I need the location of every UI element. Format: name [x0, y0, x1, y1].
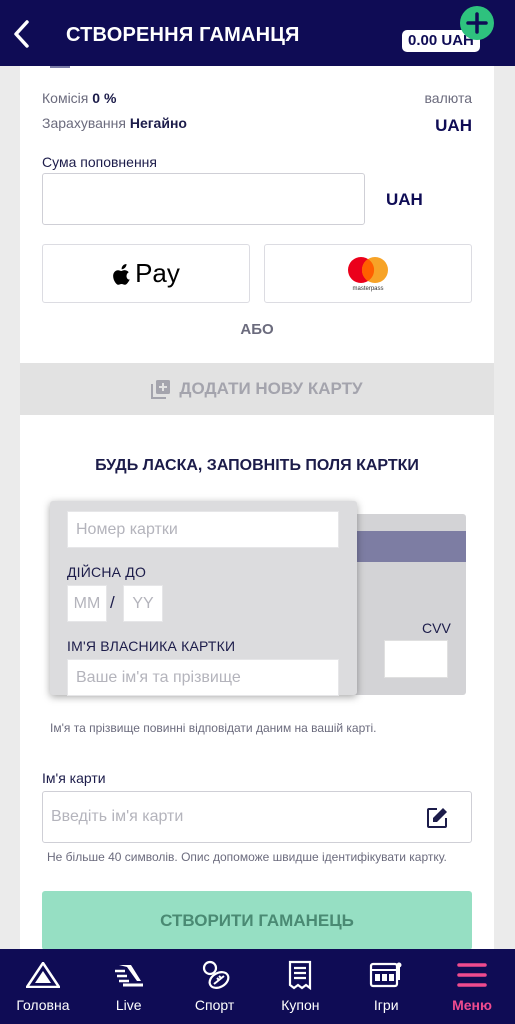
add-new-card-label: ДОДАТИ НОВУ КАРТУ — [179, 379, 363, 398]
apple-icon — [113, 263, 130, 285]
crediting-label: Зарахування — [42, 115, 126, 131]
apple-pay-button[interactable]: Pay — [42, 244, 250, 303]
app-header: СТВОРЕННЯ ГАМАНЦЯ 0.00 UAH — [0, 0, 515, 66]
currency-label: валюта — [424, 90, 472, 106]
commission-row: Комісія 0 % — [42, 90, 116, 106]
card-name-placeholder: Введіть ім'я карти — [51, 808, 184, 825]
nav-item-live[interactable]: Live — [86, 949, 172, 1024]
nav-label-coupon: Купон — [281, 997, 320, 1013]
expiry-label: ДІЙСНА ДО — [67, 564, 147, 580]
or-separator: АБО — [240, 321, 274, 338]
card-form-panel: БУДЬ ЛАСКА, ЗАПОВНІТЬ ПОЛЯ КАРТКИ CVV Но… — [20, 415, 494, 950]
nav-item-coupon[interactable]: Купон — [257, 949, 343, 1024]
nav-label-menu: Меню — [452, 997, 492, 1013]
plus-icon — [466, 12, 488, 34]
nav-label-home: Головна — [16, 997, 70, 1013]
expiry-month-input[interactable]: MM — [67, 585, 107, 622]
crediting-row: Зарахування Негайно — [42, 115, 187, 131]
nav-label-sport: Спорт — [194, 997, 235, 1013]
menu-icon — [455, 959, 489, 991]
nav-item-home[interactable]: Головна — [0, 949, 86, 1024]
add-card-icon — [151, 380, 171, 399]
deposit-panel: Комісія 0 % Зарахування Негайно валюта U… — [20, 66, 494, 363]
cardholder-label: ІМ'Я ВЛАСНИКА КАРТКИ — [67, 638, 236, 654]
card-number-input[interactable]: Номер картки — [67, 511, 339, 548]
apple-pay-label: Pay — [135, 258, 180, 288]
cardholder-input[interactable]: Ваше ім'я та прізвище — [67, 659, 339, 696]
masterpass-button[interactable]: masterpass — [264, 244, 472, 303]
bottom-nav: Головна Live Спорт Купон Ігри Меню — [0, 949, 515, 1024]
card-name-input[interactable]: Введіть ім'я карти — [42, 791, 472, 843]
cvv-input[interactable] — [384, 640, 448, 678]
commission-label: Комісія — [42, 90, 89, 106]
card-name-label: Ім'я карти — [42, 770, 106, 786]
home-icon — [25, 959, 60, 991]
page-title: СТВОРЕННЯ ГАМАНЦЯ — [66, 24, 300, 46]
nav-label-games: Ігри — [373, 997, 399, 1013]
add-new-card-button[interactable]: ДОДАТИ НОВУ КАРТУ — [20, 363, 494, 415]
amount-input[interactable] — [42, 173, 365, 225]
back-button[interactable] — [6, 16, 36, 52]
nav-item-games[interactable]: Ігри — [343, 949, 429, 1024]
edit-icon[interactable] — [425, 806, 449, 830]
coupon-icon — [283, 959, 317, 991]
live-icon — [112, 959, 146, 991]
commission-value: 0 % — [92, 90, 117, 106]
masterpass-logo: masterpass — [346, 256, 390, 292]
card-front: Номер картки ДІЙСНА ДО MM / YY ІМ'Я ВЛАС… — [50, 501, 357, 696]
cardholder-note: Ім'я та прізвище повинні відповідати дан… — [50, 721, 377, 735]
crediting-value: Негайно — [129, 115, 187, 131]
card-form-title: БУДЬ ЛАСКА, ЗАПОВНІТЬ ПОЛЯ КАРТКИ — [95, 457, 419, 474]
expiry-year-input[interactable]: YY — [123, 585, 163, 622]
nav-label-live: Live — [115, 997, 142, 1013]
cvv-label: CVV — [422, 620, 451, 636]
masterpass-label: masterpass — [352, 285, 384, 292]
currency-value: UAH — [435, 116, 472, 135]
amount-currency: UAH — [386, 190, 423, 209]
divider — [50, 66, 70, 68]
card-name-note: Не більше 40 символів. Опис допоможе шви… — [47, 850, 447, 864]
masterpass-icon — [348, 256, 388, 283]
nav-item-menu[interactable]: Меню — [429, 949, 515, 1024]
nav-item-sport[interactable]: Спорт — [172, 949, 258, 1024]
amount-label: Сума поповнення — [42, 154, 157, 170]
deposit-button[interactable] — [460, 6, 494, 40]
chevron-left-icon — [14, 20, 29, 48]
create-wallet-button[interactable]: СТВОРИТИ ГАМАНЕЦЬ — [42, 891, 472, 950]
sport-icon — [198, 959, 232, 991]
games-icon — [369, 959, 403, 991]
expiry-slash: / — [110, 593, 115, 612]
